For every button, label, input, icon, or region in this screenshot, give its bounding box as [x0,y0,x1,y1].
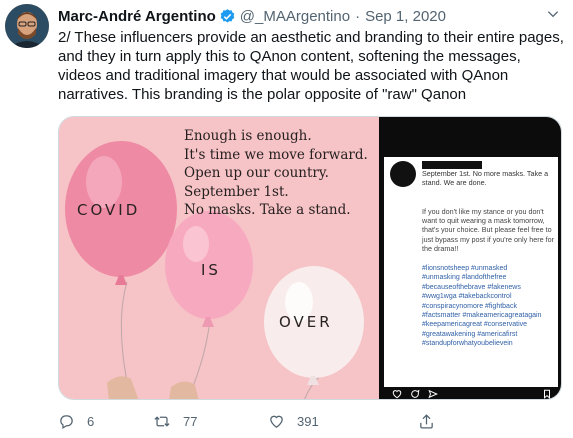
instagram-hashtags: #lionsnotsheep #unmasked #unmasking #lan… [422,264,556,349]
hashtag-line: #keepamericagreat #conservative [422,321,528,329]
balloon-word-is: IS [201,261,221,279]
quote-line: Open up our country. [184,165,329,181]
user-handle[interactable]: @_MAArgentino [240,8,350,25]
instagram-icons [384,387,558,399]
balloon-word-covid: COVID [77,201,141,219]
instagram-body: If you don't like my stance or you don't… [422,207,555,253]
hashtag-line: #becauseofthebrave #fakenews [422,283,521,291]
reply-button[interactable]: 6 [58,413,153,430]
retweet-icon [154,415,170,427]
tweet-media[interactable]: Enough is enough. It's time we move forw… [58,116,562,400]
balloon-image: Enough is enough. It's time we move forw… [59,117,379,399]
hashtag-line: #unmasking #landofthefree [422,274,507,282]
hashtag-line: #lionsnotsheep #unmasked [422,265,508,272]
retweet-button[interactable]: 77 [153,413,268,430]
instagram-caption: September 1st. No more masks. Take a sta… [422,169,549,187]
balloon-word-over: OVER [279,313,333,331]
heart-icon [392,390,402,399]
tweet-text: 2/ These influencers provide an aestheti… [58,29,564,103]
comment-icon [411,389,420,398]
retweet-count: 77 [183,413,198,429]
quote-line: Enough is enough. [184,128,312,144]
like-count: 391 [297,413,319,429]
tweet-header: Marc-André Argentino @_MAArgentino · Sep… [58,6,563,26]
hashtag-line: #factsmatter #makeamericagreatagain [422,312,542,320]
instagram-post: September 1st. No more masks. Take a sta… [384,157,558,387]
share-button[interactable] [418,413,458,430]
redacted-username [422,161,482,169]
like-button[interactable]: 391 [268,413,418,430]
hashtag-line: #conspiracynomore #fightback [422,302,517,310]
bookmark-icon [544,389,550,399]
hashtag-line: #wwg1wga #takebackcontrol [422,293,512,301]
verified-badge-icon [219,8,236,25]
like-icon [270,415,283,428]
tweet-actions: 6 77 391 [58,410,558,432]
reply-count: 6 [87,413,95,429]
instagram-avatar [390,161,416,187]
quote-text: Enough is enough. It's time we move forw… [184,127,368,220]
chevron-down-icon[interactable] [543,4,563,24]
hashtag-line: #greatawakening #americafirst [422,330,518,338]
avatar[interactable] [5,4,49,48]
tweet-date[interactable]: Sep 1, 2020 [365,8,446,25]
quote-line: No masks. Take a stand. [184,202,351,218]
display-name[interactable]: Marc-André Argentino [58,8,216,25]
quote-line: September 1st. [184,183,289,200]
hashtag-line: #standupforwhatyoubelievein [422,340,513,348]
send-icon [428,389,438,399]
quote-line: It's time we move forward. [184,146,368,163]
reply-icon [60,414,73,429]
share-icon [420,413,433,429]
separator-dot: · [355,7,361,25]
